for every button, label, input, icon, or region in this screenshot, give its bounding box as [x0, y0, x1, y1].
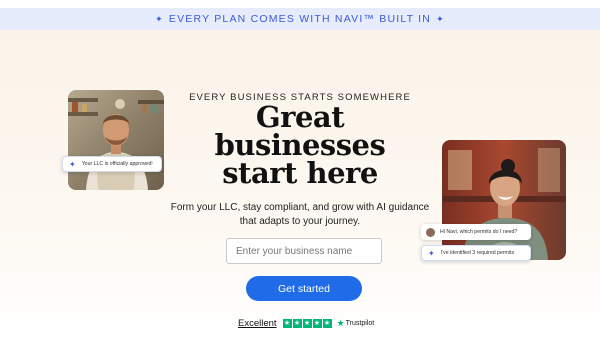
navi-question-message: Hi Navi, which permits do I need? — [421, 224, 531, 240]
star-icon: ★ — [302, 318, 312, 328]
trustpilot-rating[interactable]: Excellent ★ ★ ★ ★ ★ ★ Trustpilot — [238, 317, 374, 329]
trustpilot-brand: Trustpilot — [345, 319, 375, 327]
star-icon: ★ — [322, 318, 332, 328]
headline-line: start here — [222, 156, 378, 190]
navi-answer-message: ✦ I've identified 3 required permits — [421, 245, 531, 261]
announcement-banner: ✦ EVERY PLAN COMES WITH NAVI™ BUILT IN ✦ — [0, 8, 600, 30]
star-icon: ★ — [312, 318, 322, 328]
star-icon: ★ — [292, 318, 302, 328]
star-rating: ★ ★ ★ ★ ★ — [282, 318, 333, 328]
trustpilot-star-icon: ★ — [336, 317, 345, 328]
sparkle-icon: ✦ — [428, 248, 435, 258]
llc-approved-text: Your LLC is officially approved! — [81, 161, 153, 167]
business-name-input[interactable] — [226, 238, 382, 264]
hero-subtext: Form your LLC, stay compliant, and grow … — [170, 202, 430, 227]
shop-owner-photo — [442, 140, 566, 260]
llc-approved-notification: ✦ Your LLC is officially approved! — [62, 156, 162, 172]
get-started-button[interactable]: Get started — [246, 276, 362, 301]
sparkle-icon: ✦ — [69, 159, 76, 169]
navi-answer-text: I've identified 3 required permits — [440, 250, 515, 256]
banner-text: EVERY PLAN COMES WITH NAVI™ BUILT IN — [168, 13, 432, 25]
sparkle-icon: ✦ — [155, 13, 164, 24]
sparkle-icon: ✦ — [436, 13, 445, 24]
navi-question-text: Hi Navi, which permits do I need? — [440, 229, 518, 235]
page-title: Great businesses start here — [150, 103, 450, 190]
star-icon: ★ — [282, 318, 292, 328]
trustpilot-logo: ★ Trustpilot — [337, 318, 375, 329]
rating-label[interactable]: Excellent — [238, 318, 277, 329]
